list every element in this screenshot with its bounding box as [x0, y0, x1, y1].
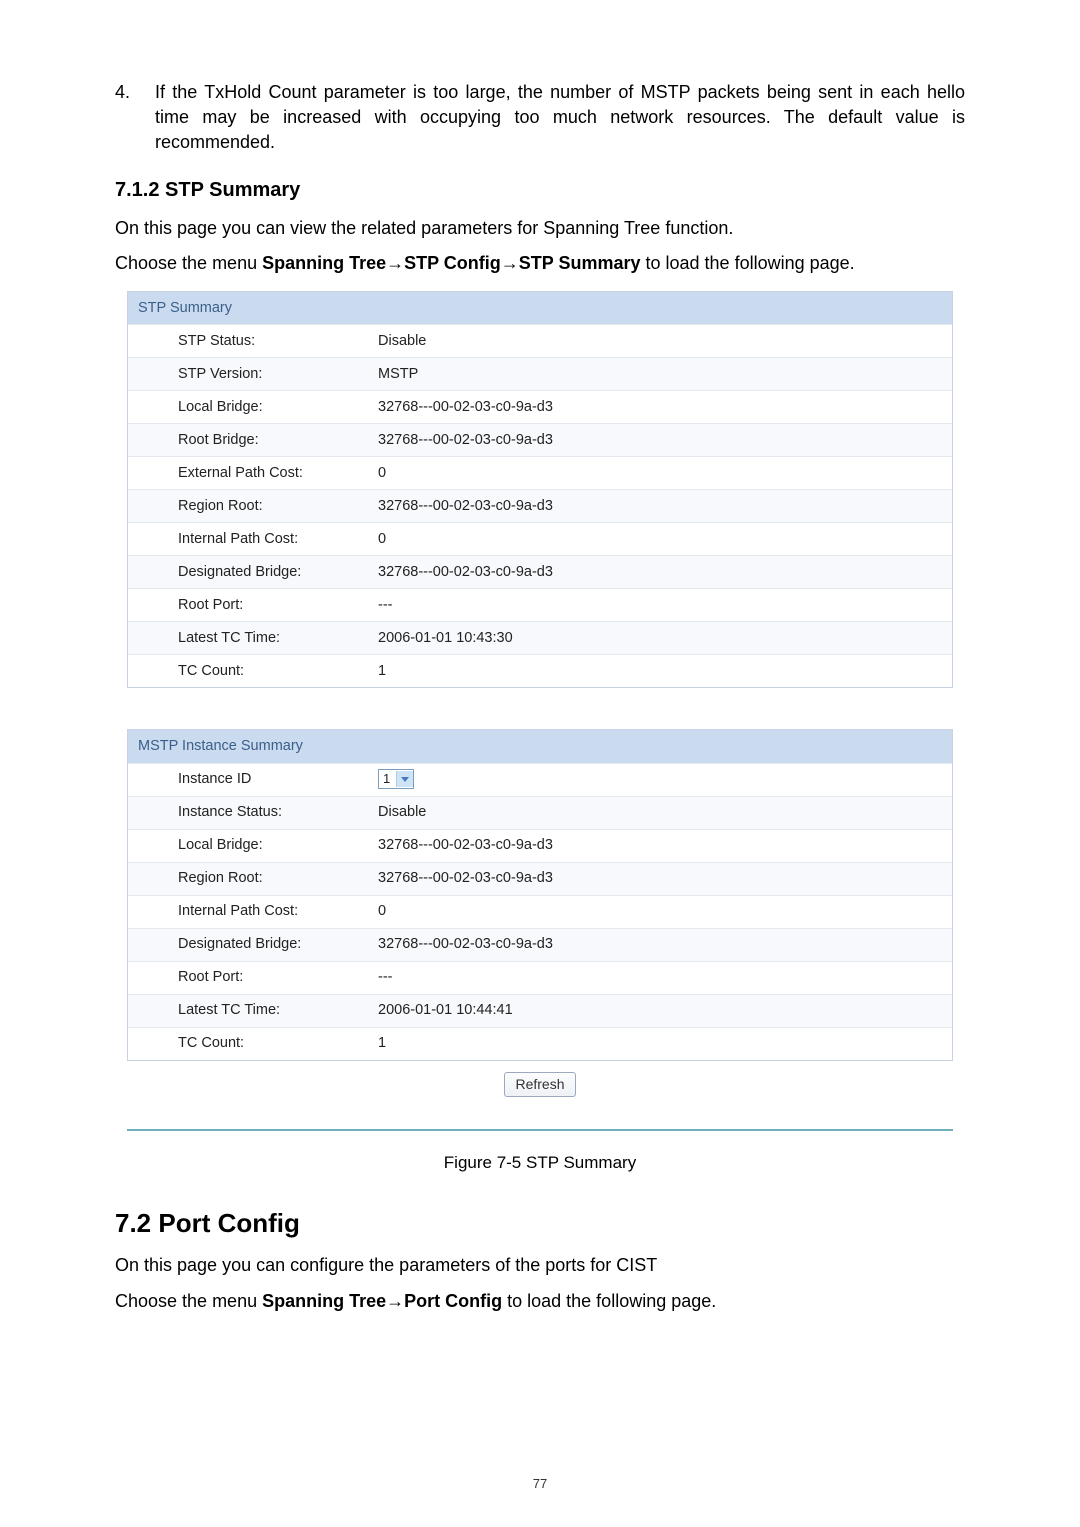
- field-label: Internal Path Cost:: [128, 529, 378, 549]
- heading-7-2: 7.2 Port Config: [115, 1205, 965, 1241]
- list-item-4: 4. If the TxHold Count parameter is too …: [115, 80, 965, 156]
- nav-path-bold: Spanning Tree→STP Config→STP Summary: [262, 253, 640, 273]
- paragraph-intro: On this page you can view the related pa…: [115, 216, 965, 241]
- field-value: ---: [378, 595, 952, 615]
- field-value: 32768---00-02-03-c0-9a-d3: [378, 496, 952, 516]
- field-label: Designated Bridge:: [128, 934, 378, 954]
- field-value: ---: [378, 967, 952, 987]
- paragraph-port-nav: Choose the menu Spanning Tree→Port Confi…: [115, 1289, 965, 1314]
- field-value: 1: [378, 661, 952, 681]
- field-label: STP Version:: [128, 364, 378, 384]
- field-label: Latest TC Time:: [128, 1000, 378, 1020]
- field-label: Root Port:: [128, 967, 378, 987]
- field-label: Instance Status:: [128, 802, 378, 822]
- stp-summary-title: STP Summary: [128, 292, 952, 324]
- field-label: Region Root:: [128, 496, 378, 516]
- stp-summary-panel: STP Summary STP Status:Disable STP Versi…: [127, 291, 953, 688]
- field-value: 32768---00-02-03-c0-9a-d3: [378, 934, 952, 954]
- mstp-instance-title: MSTP Instance Summary: [128, 730, 952, 762]
- field-label: Local Bridge:: [128, 835, 378, 855]
- refresh-button[interactable]: Refresh: [504, 1072, 575, 1098]
- heading-7-1-2: 7.1.2 STP Summary: [115, 176, 965, 204]
- divider: [127, 1129, 953, 1131]
- instance-id-label: Instance ID: [128, 769, 378, 789]
- field-value: 2006-01-01 10:44:41: [378, 1000, 952, 1020]
- chevron-down-icon: [396, 771, 413, 787]
- field-value: 32768---00-02-03-c0-9a-d3: [378, 562, 952, 582]
- figure-caption: Figure 7-5 STP Summary: [115, 1151, 965, 1175]
- field-label: Internal Path Cost:: [128, 901, 378, 921]
- field-value: 0: [378, 463, 952, 483]
- field-value: 32768---00-02-03-c0-9a-d3: [378, 868, 952, 888]
- nav-text-pre: Choose the menu: [115, 253, 262, 273]
- instance-id-value: 1: [379, 770, 396, 788]
- page-number: 77: [0, 1476, 1080, 1491]
- field-value: Disable: [378, 331, 952, 351]
- field-label: Root Bridge:: [128, 430, 378, 450]
- field-label: Root Port:: [128, 595, 378, 615]
- field-label: TC Count:: [128, 1033, 378, 1053]
- field-value: 1: [378, 1033, 952, 1053]
- nav-text-pre: Choose the menu: [115, 1291, 262, 1311]
- field-label: STP Status:: [128, 331, 378, 351]
- list-number: 4.: [115, 80, 155, 156]
- field-value: MSTP: [378, 364, 952, 384]
- field-label: Region Root:: [128, 868, 378, 888]
- nav-text-post: to load the following page.: [641, 253, 855, 273]
- field-value: 32768---00-02-03-c0-9a-d3: [378, 397, 952, 417]
- mstp-instance-panel: MSTP Instance Summary Instance ID 1 Inst…: [127, 729, 953, 1060]
- nav-path-bold: Spanning Tree→Port Config: [262, 1291, 502, 1311]
- paragraph-nav: Choose the menu Spanning Tree→STP Config…: [115, 251, 965, 276]
- field-value: 32768---00-02-03-c0-9a-d3: [378, 835, 952, 855]
- field-value: 0: [378, 529, 952, 549]
- field-label: Local Bridge:: [128, 397, 378, 417]
- field-value: Disable: [378, 802, 952, 822]
- field-label: External Path Cost:: [128, 463, 378, 483]
- field-value: 0: [378, 901, 952, 921]
- instance-id-select[interactable]: 1: [378, 769, 414, 789]
- field-label: Latest TC Time:: [128, 628, 378, 648]
- field-label: TC Count:: [128, 661, 378, 681]
- nav-text-post: to load the following page.: [502, 1291, 716, 1311]
- field-value: 2006-01-01 10:43:30: [378, 628, 952, 648]
- field-value: 32768---00-02-03-c0-9a-d3: [378, 430, 952, 450]
- field-label: Designated Bridge:: [128, 562, 378, 582]
- paragraph-port-intro: On this page you can configure the param…: [115, 1253, 965, 1278]
- list-text: If the TxHold Count parameter is too lar…: [155, 80, 965, 156]
